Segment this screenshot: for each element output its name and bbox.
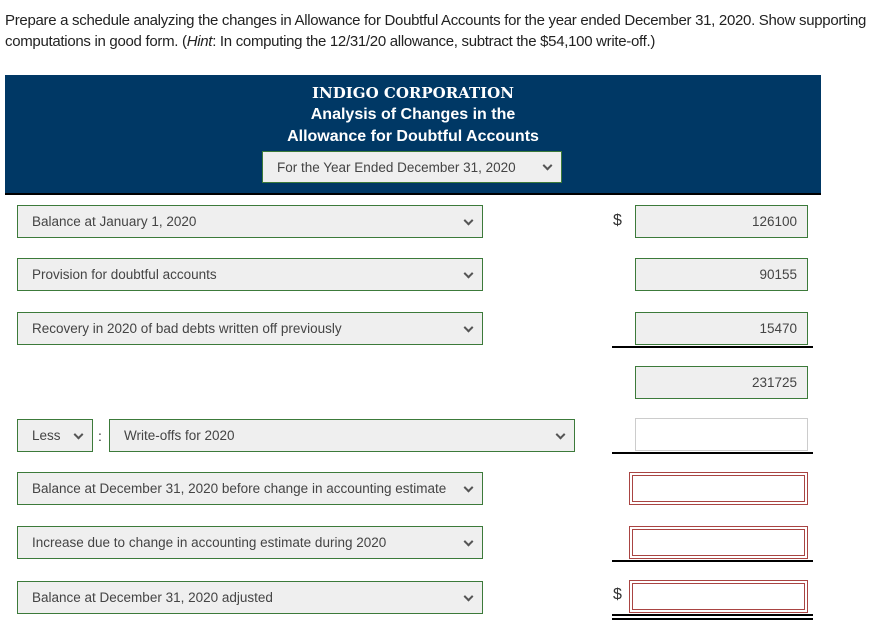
colon-separator: : bbox=[98, 428, 102, 444]
writeoffs-rule bbox=[612, 452, 813, 454]
dollar-sign: $ bbox=[613, 212, 622, 229]
row-2-amount: 90155 bbox=[759, 267, 797, 282]
row-6-amount-field[interactable] bbox=[632, 475, 805, 502]
chevron-down-icon bbox=[555, 429, 566, 440]
hint-label: Hint bbox=[186, 33, 213, 50]
period-select[interactable]: For the Year Ended December 31, 2020 bbox=[262, 151, 562, 183]
operator-select[interactable]: Less bbox=[17, 419, 93, 452]
subtotal-amount: 231725 bbox=[751, 375, 797, 390]
row-3-label: Recovery in 2020 of bad debts written of… bbox=[32, 321, 342, 336]
chevron-down-icon bbox=[463, 322, 474, 333]
adjusted-rule bbox=[612, 560, 813, 562]
row-8-label-select[interactable]: Balance at December 31, 2020 adjusted bbox=[17, 581, 483, 614]
row-6-label: Balance at December 31, 2020 before chan… bbox=[32, 481, 447, 496]
row-6-amount-input[interactable] bbox=[629, 472, 808, 505]
chevron-down-icon bbox=[463, 591, 474, 602]
row-7-label-select[interactable]: Increase due to change in accounting est… bbox=[17, 526, 483, 559]
row-3-label-select[interactable]: Recovery in 2020 of bad debts written of… bbox=[17, 312, 483, 345]
chevron-down-icon bbox=[73, 429, 84, 440]
period-select-value: For the Year Ended December 31, 2020 bbox=[277, 159, 516, 175]
chevron-down-icon bbox=[463, 215, 474, 226]
double-rule-bottom bbox=[612, 618, 813, 620]
schedule-title-line1: Analysis of Changes in the bbox=[310, 106, 516, 123]
instructions: Prepare a schedule analyzing the changes… bbox=[5, 10, 875, 52]
row-5-label: Write-offs for 2020 bbox=[124, 428, 235, 443]
company-name: INDIGO CORPORATION bbox=[312, 84, 514, 102]
row-8-amount-field[interactable] bbox=[632, 583, 805, 610]
operator-value: Less bbox=[32, 428, 61, 443]
row-1-label-select[interactable]: Balance at January 1, 2020 bbox=[17, 205, 483, 238]
dollar-sign: $ bbox=[613, 586, 622, 603]
row-7-amount-field[interactable] bbox=[632, 529, 805, 556]
schedule-title-line2: Allowance for Doubtful Accounts bbox=[287, 128, 539, 145]
row-7-label: Increase due to change in accounting est… bbox=[32, 535, 387, 550]
subtotal-rule bbox=[612, 346, 813, 348]
row-2-amount-input[interactable]: 90155 bbox=[635, 258, 808, 291]
row-8-label: Balance at December 31, 2020 adjusted bbox=[32, 590, 273, 605]
chevron-down-icon bbox=[463, 268, 474, 279]
chevron-down-icon bbox=[542, 160, 553, 171]
row-1-label: Balance at January 1, 2020 bbox=[32, 214, 197, 229]
row-8-amount-input[interactable] bbox=[629, 580, 808, 613]
chevron-down-icon bbox=[463, 536, 474, 547]
row-5-label-select[interactable]: Write-offs for 2020 bbox=[109, 419, 575, 452]
double-rule-top bbox=[612, 614, 813, 616]
schedule-header: INDIGO CORPORATION Analysis of Changes i… bbox=[5, 75, 821, 195]
row-2-label-select[interactable]: Provision for doubtful accounts bbox=[17, 258, 483, 291]
row-1-amount-input[interactable]: 126100 bbox=[635, 205, 808, 238]
chevron-down-icon bbox=[463, 482, 474, 493]
writeoffs-amount-input[interactable] bbox=[635, 418, 808, 451]
row-1-amount: 126100 bbox=[751, 214, 797, 229]
subtotal-amount-input[interactable]: 231725 bbox=[635, 366, 808, 399]
row-2-label: Provision for doubtful accounts bbox=[32, 267, 217, 282]
row-7-amount-input[interactable] bbox=[629, 526, 808, 559]
row-3-amount-input[interactable]: 15470 bbox=[635, 312, 808, 345]
row-3-amount: 15470 bbox=[759, 321, 797, 336]
row-6-label-select[interactable]: Balance at December 31, 2020 before chan… bbox=[17, 472, 483, 505]
hint-text: : In computing the 12/31/20 allowance, s… bbox=[212, 33, 656, 50]
